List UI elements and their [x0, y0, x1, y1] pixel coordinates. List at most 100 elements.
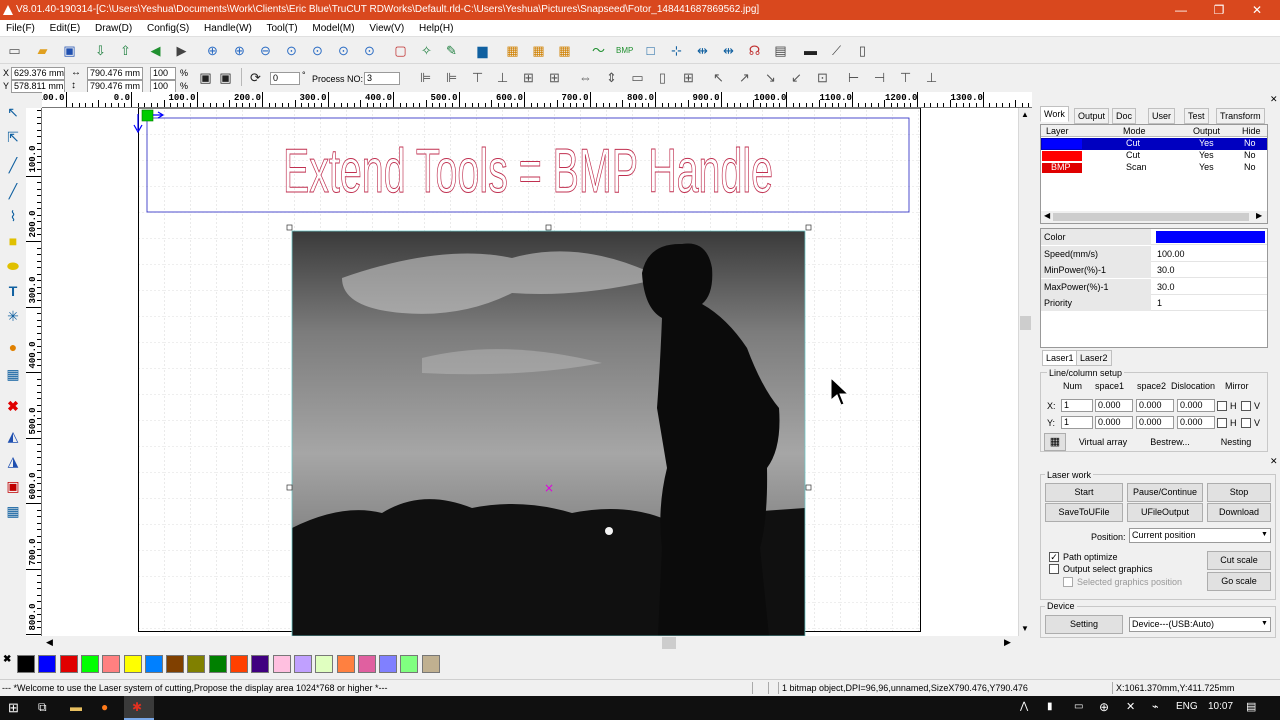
close-button[interactable]: ✕ [1238, 0, 1276, 20]
scroll-up-icon[interactable]: ▲ [1021, 110, 1029, 119]
import-icon[interactable]: ⇩ [92, 43, 109, 59]
align-top-icon[interactable]: ⊤ [469, 70, 486, 86]
ruler-icon[interactable]: ▯ [854, 43, 871, 59]
align-right-icon[interactable]: ⊫ [443, 70, 460, 86]
start-button[interactable]: Start [1045, 483, 1123, 502]
horizontal-scrollbar[interactable]: ◀ ▶ [42, 636, 1018, 650]
param-row[interactable]: Color [1041, 229, 1267, 245]
no-color-icon[interactable]: ✖ [3, 654, 11, 665]
param-row[interactable]: MaxPower(%)-1 30.0 [1041, 278, 1267, 295]
go-scale-button[interactable]: Go scale [1207, 572, 1271, 591]
monitor-icon[interactable]: ▆ [474, 43, 491, 59]
x-dislocation-field[interactable]: 0.000 [1177, 399, 1215, 412]
same-width-icon[interactable]: ⇔ [577, 70, 594, 86]
combine-icon[interactable]: ▦ [556, 43, 573, 59]
palette-swatch[interactable] [59, 655, 78, 673]
y-space1-field[interactable]: 0.000 [1095, 416, 1133, 429]
matrix-icon[interactable]: ▦ [3, 502, 23, 520]
mirror-h-icon[interactable]: ◭ [3, 427, 23, 445]
move-topleft-icon[interactable]: ↖ [710, 70, 727, 86]
move-center-icon[interactable]: ⊡ [814, 70, 831, 86]
palette-swatch[interactable] [251, 655, 270, 673]
delete-icon[interactable]: ✖ [3, 397, 23, 415]
tab-test[interactable]: Test [1184, 108, 1209, 124]
layer-scroll-right-icon[interactable]: ▶ [1256, 211, 1262, 220]
selected-position-checkbox[interactable] [1063, 577, 1073, 587]
tab-user[interactable]: User [1148, 108, 1176, 124]
scroll-down-icon[interactable]: ▼ [1021, 624, 1029, 633]
layer-hscrollbar[interactable]: ◀ ▶ [1041, 211, 1267, 223]
grid-icon[interactable]: ▦ [3, 365, 23, 383]
scroll-right-icon[interactable]: ▶ [1004, 637, 1011, 648]
x-mirror-v-checkbox[interactable] [1241, 401, 1251, 411]
line-icon[interactable]: ╱ [3, 156, 23, 174]
ufile-output-button[interactable]: UFileOutput [1127, 503, 1203, 522]
menu-draw[interactable]: Draw(D) [95, 23, 132, 34]
palette-swatch[interactable] [293, 655, 312, 673]
param-row[interactable]: MinPower(%)-1 30.0 [1041, 262, 1267, 278]
color-picker-icon[interactable]: ● [3, 338, 23, 356]
x-space2-field[interactable]: 0.000 [1136, 399, 1174, 412]
pause-continue-button[interactable]: Pause/Continue [1127, 483, 1203, 502]
drawing-canvas[interactable]: Extend Tools = BMP Handle × [42, 108, 1018, 636]
layer-row[interactable]: Cut Yes No [1041, 150, 1267, 162]
process-number-field[interactable]: 3 [364, 72, 400, 85]
palette-swatch[interactable] [421, 655, 440, 673]
palette-swatch[interactable] [208, 655, 227, 673]
palette-swatch[interactable] [17, 655, 35, 673]
battery-icon[interactable]: ▭ [1074, 701, 1083, 712]
y-space2-field[interactable]: 0.000 [1136, 416, 1174, 429]
zoom-page-icon[interactable]: ⊙ [283, 43, 300, 59]
setting-button[interactable]: Setting [1045, 615, 1123, 634]
work-panel-close-icon[interactable]: ✕ [1270, 94, 1278, 105]
move-bottomright-icon[interactable]: ↘ [762, 70, 779, 86]
people-icon[interactable]: ⋀ [1020, 701, 1028, 712]
notifications-icon[interactable]: ▤ [1246, 700, 1256, 713]
layer-scroll-left-icon[interactable]: ◀ [1044, 211, 1050, 220]
param-row[interactable]: Speed(mm/s) 100.00 [1041, 245, 1267, 262]
vertical-scrollbar[interactable]: ▲ ▼ [1018, 108, 1032, 636]
output-select-checkbox[interactable] [1049, 564, 1059, 574]
x-position-field[interactable]: 629.376 mm [11, 67, 65, 80]
preview-icon[interactable]: ▤ [772, 43, 789, 59]
node-edit-icon[interactable]: ⇱ [3, 128, 23, 146]
zoom-out-icon[interactable]: ⊖ [257, 43, 274, 59]
distribute-h-icon[interactable]: ▯ [654, 70, 671, 86]
same-height-icon[interactable]: ⇕ [603, 70, 620, 86]
align-left-edge-icon[interactable]: ⊢ [845, 70, 862, 86]
menu-file[interactable]: File(F) [6, 23, 35, 34]
curve-smooth-icon[interactable]: 〜 [590, 43, 607, 59]
select-icon[interactable]: ▢ [392, 43, 409, 59]
merge-lines-icon[interactable]: ⊹ [668, 43, 685, 59]
position-select[interactable]: Current position [1129, 528, 1271, 543]
device-dropdown-icon[interactable]: ▼ [1261, 620, 1268, 627]
move-bottomleft-icon[interactable]: ↙ [788, 70, 805, 86]
rotate-field[interactable]: 0 [270, 72, 300, 85]
palette-swatch[interactable] [336, 655, 355, 673]
same-size-icon[interactable]: ▭ [629, 70, 646, 86]
curve-icon[interactable]: ⌇ [3, 207, 23, 225]
stop-button[interactable]: Stop [1207, 483, 1271, 502]
y-num-field[interactable]: 1 [1061, 416, 1093, 429]
polyline-icon[interactable]: ╱ [3, 182, 23, 200]
device-select[interactable]: Device---(USB:Auto) [1129, 617, 1271, 632]
width-percent-field[interactable]: 100 [150, 67, 176, 80]
zoom-in-icon[interactable]: ⊕ [204, 43, 221, 59]
zoom-select-icon[interactable]: ⊙ [309, 43, 326, 59]
align-right-edge-icon[interactable]: ⊣ [871, 70, 888, 86]
align-hcenter-icon[interactable]: ⊞ [520, 70, 537, 86]
ungroup-icon[interactable]: ▦ [530, 43, 547, 59]
cut-scale-button[interactable]: Cut scale [1207, 551, 1271, 570]
width-field[interactable]: 790.476 mm [87, 67, 143, 80]
align-left-icon[interactable]: ⊫ [417, 70, 434, 86]
path-optimize-checkbox[interactable]: ✓ [1049, 552, 1059, 562]
download-button[interactable]: Download [1207, 503, 1271, 522]
bmp-handle-icon[interactable]: BMP [616, 43, 633, 59]
scroll-left-icon[interactable]: ◀ [46, 637, 53, 648]
redo-icon[interactable]: ▶ [173, 43, 190, 59]
save-to-ufile-button[interactable]: SaveToUFile [1045, 503, 1123, 522]
align-bottom-icon[interactable]: ⊥ [494, 70, 511, 86]
tab-transform[interactable]: Transform [1216, 108, 1265, 124]
y-mirror-v-checkbox[interactable] [1241, 418, 1251, 428]
nesting-button[interactable]: Nesting [1207, 433, 1265, 451]
